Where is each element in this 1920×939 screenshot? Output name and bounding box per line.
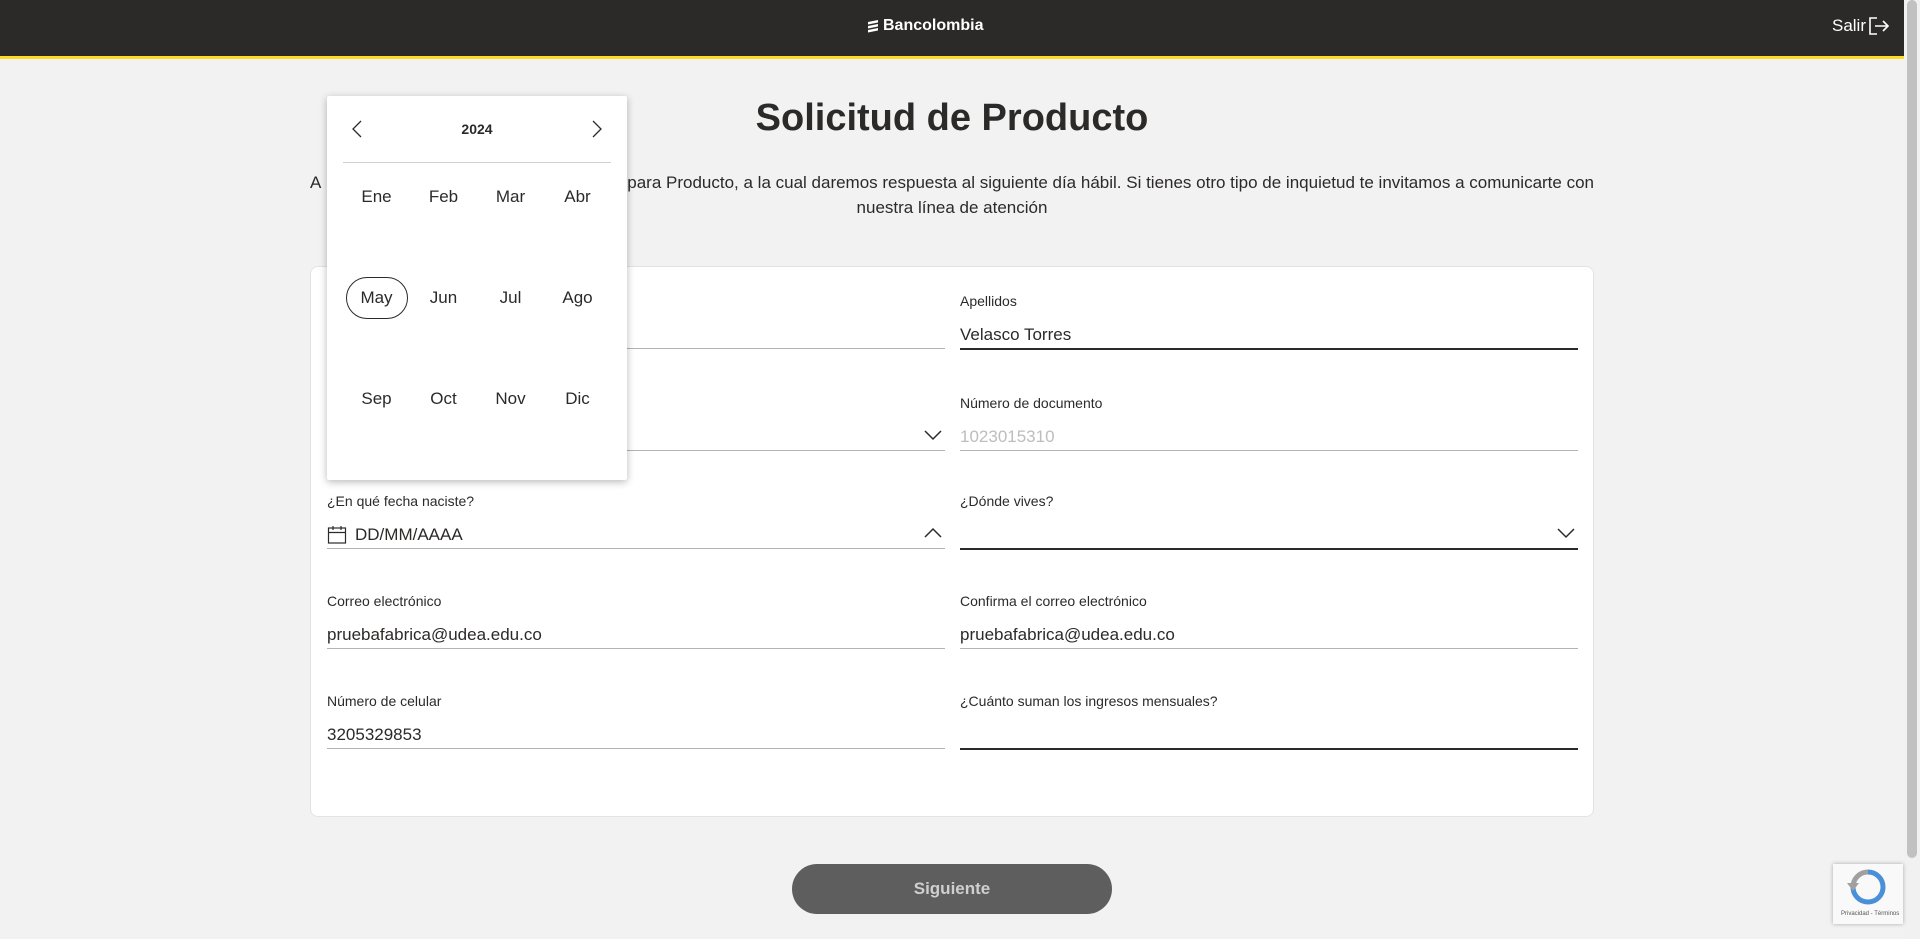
apellidos-label: Apellidos (960, 293, 1017, 309)
chevron-down-icon (924, 430, 942, 441)
ingresos-field: ¿Cuánto suman los ingresos mensuales? (960, 693, 1578, 750)
month-dic[interactable]: Dic (544, 368, 611, 469)
confirma-correo-field: Confirma el correo electrónico pruebafab… (960, 593, 1578, 649)
fecha-nacimiento-label: ¿En qué fecha naciste? (327, 493, 475, 509)
calendar-icon (327, 525, 347, 545)
scrollbar-thumb[interactable] (1907, 0, 1917, 858)
chevron-right-icon (592, 120, 602, 138)
exit-label: Salir (1831, 16, 1866, 35)
month-grid: Ene Feb Mar Abr May Jun Jul Ago Sep Oct … (343, 166, 611, 469)
fecha-nacimiento-field: ¿En qué fecha naciste? DD/MM/AAAA (327, 493, 945, 549)
month-oct[interactable]: Oct (410, 368, 477, 469)
previous-year-button[interactable] (343, 115, 371, 143)
apellidos-field: Apellidos Velasco Torres (960, 293, 1578, 350)
next-year-button[interactable] (583, 115, 611, 143)
confirma-correo-input[interactable]: pruebafabrica@udea.edu.co (960, 621, 1578, 649)
correo-field: Correo electrónico pruebafabrica@udea.ed… (327, 593, 945, 649)
donde-vives-field: ¿Dónde vives? (960, 493, 1578, 550)
fecha-placeholder: DD/MM/AAAA (355, 524, 463, 544)
logout-icon (1869, 17, 1890, 35)
recaptcha-badge[interactable]: Privacidad - Términos (1833, 864, 1903, 924)
celular-label: Número de celular (327, 693, 442, 709)
picker-year[interactable]: 2024 (461, 121, 492, 137)
brand-name: Bancolombia (883, 17, 984, 34)
confirma-correo-label: Confirma el correo electrónico (960, 593, 1147, 609)
numero-documento-field: Número de documento 1023015310 (960, 395, 1578, 451)
recaptcha-links[interactable]: Privacidad - Términos (1841, 911, 1899, 917)
chevron-left-icon (352, 120, 362, 138)
month-picker-header: 2024 (343, 96, 611, 163)
donde-vives-label: ¿Dónde vives? (960, 493, 1054, 509)
celular-field: Número de celular 3205329853 (327, 693, 945, 749)
recaptcha-icon (1847, 869, 1886, 905)
exit-button[interactable]: Salir (1832, 16, 1890, 36)
month-picker: 2024 Ene Feb Mar Abr May Jun Jul Ago Sep… (327, 96, 627, 480)
next-button[interactable]: Siguiente (792, 864, 1112, 914)
month-sep[interactable]: Sep (343, 368, 410, 469)
chevron-up-icon (924, 527, 942, 538)
correo-input[interactable]: pruebafabrica@udea.edu.co (327, 621, 945, 649)
numero-documento-label: Número de documento (960, 395, 1103, 411)
apellidos-input[interactable]: Velasco Torres (960, 321, 1578, 350)
correo-label: Correo electrónico (327, 593, 442, 609)
month-abr[interactable]: Abr (544, 166, 611, 267)
month-may[interactable]: May (343, 267, 410, 368)
ingresos-input[interactable] (960, 721, 1578, 750)
page-scrollbar[interactable] (1904, 0, 1920, 939)
chevron-down-icon (1557, 528, 1575, 539)
brand-logo: Bancolombia (866, 17, 983, 35)
month-jun[interactable]: Jun (410, 267, 477, 368)
page-title: Solicitud de Producto (755, 97, 1149, 139)
bancolombia-logo-icon (868, 20, 878, 33)
month-mar[interactable]: Mar (477, 166, 544, 267)
ingresos-label: ¿Cuánto suman los ingresos mensuales? (960, 693, 1218, 709)
fecha-nacimiento-input[interactable]: DD/MM/AAAA (327, 521, 945, 549)
top-bar: Bancolombia Salir (0, 0, 1904, 59)
month-nov[interactable]: Nov (477, 368, 544, 469)
month-ene[interactable]: Ene (343, 166, 410, 267)
month-jul[interactable]: Jul (477, 267, 544, 368)
donde-vives-select[interactable] (960, 521, 1578, 550)
numero-documento-input[interactable]: 1023015310 (960, 423, 1578, 451)
month-feb[interactable]: Feb (410, 166, 477, 267)
month-ago[interactable]: Ago (544, 267, 611, 368)
celular-input[interactable]: 3205329853 (327, 721, 945, 749)
